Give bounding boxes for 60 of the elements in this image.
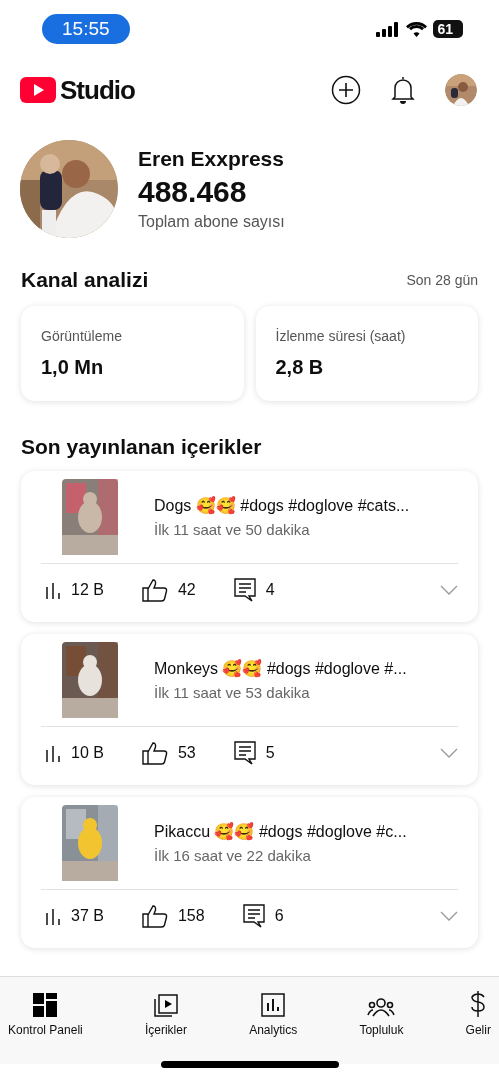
notification-bell-icon[interactable] bbox=[391, 75, 415, 105]
video-card[interactable]: Pikaccu 🥰🥰 #dogs #doglove #c... İlk 16 saat ve 22 dakika 37 B 158 6 bbox=[21, 797, 478, 948]
comment-count: 5 bbox=[265, 744, 275, 762]
view-count: 37 B bbox=[71, 907, 104, 925]
bar-chart-icon bbox=[45, 907, 61, 925]
add-icon[interactable] bbox=[331, 75, 361, 105]
bar-chart-icon bbox=[45, 744, 61, 762]
video-period: İlk 16 saat ve 22 dakika bbox=[154, 847, 312, 864]
chevron-down-icon[interactable] bbox=[440, 748, 458, 758]
metric-value: 1,0 Mn bbox=[41, 356, 105, 379]
metric-label: İzlenme süresi (saat) bbox=[275, 328, 407, 344]
wifi-icon bbox=[406, 21, 428, 37]
like-count: 42 bbox=[177, 581, 196, 599]
nav-tab[interactable]: İçerikler bbox=[140, 985, 191, 1037]
metric-card[interactable]: Görüntüleme 1,0 Mn bbox=[21, 306, 244, 401]
thumbs-up-icon bbox=[141, 741, 168, 765]
section-title: Son yayınlanan içerikler bbox=[20, 434, 263, 459]
metric-card[interactable]: İzlenme süresi (saat) 2,8 B bbox=[255, 306, 478, 401]
dollar-icon bbox=[470, 991, 487, 1017]
logo-text: Studio bbox=[60, 74, 135, 106]
video-period: İlk 11 saat ve 50 dakika bbox=[154, 521, 311, 538]
comment-icon bbox=[242, 904, 265, 928]
subscriber-label: Toplam abone sayısı bbox=[138, 213, 285, 231]
bar-chart-icon bbox=[45, 581, 61, 599]
video-title: Monkeys 🥰🥰 #dogs #doglove #... bbox=[154, 659, 407, 678]
nav-tab[interactable]: Kontrol Paneli bbox=[4, 985, 87, 1037]
thumbs-up-icon bbox=[141, 578, 168, 602]
nav-tab[interactable]: Topluluk bbox=[355, 985, 408, 1037]
battery-level: 61 bbox=[433, 20, 463, 38]
channel-name: Eren Exxpress bbox=[138, 147, 285, 171]
comment-icon bbox=[233, 578, 256, 602]
nav-tab[interactable]: Analytics bbox=[245, 985, 302, 1037]
video-title: Pikaccu 🥰🥰 #dogs #doglove #c... bbox=[154, 822, 407, 841]
view-count: 10 B bbox=[71, 744, 104, 762]
like-count: 158 bbox=[177, 907, 205, 925]
metric-label: Görüntüleme bbox=[41, 328, 123, 344]
analytics-icon bbox=[261, 993, 286, 1017]
signal-icon bbox=[376, 21, 401, 37]
thumbs-up-icon bbox=[141, 904, 168, 928]
comment-count: 6 bbox=[274, 907, 284, 925]
comment-icon bbox=[233, 741, 256, 765]
community-icon bbox=[367, 997, 396, 1017]
video-card[interactable]: Dogs 🥰🥰 #dogs #doglove #cats... İlk 11 saat ve 50 dakika 12 B 42 4 bbox=[21, 471, 478, 622]
metric-value: 2,8 B bbox=[275, 356, 325, 379]
chevron-down-icon[interactable] bbox=[440, 911, 458, 921]
video-title: Dogs 🥰🥰 #dogs #doglove #cats... bbox=[154, 496, 410, 515]
video-library-icon bbox=[153, 993, 178, 1017]
section-title: Kanal analizi bbox=[21, 268, 149, 292]
video-card[interactable]: Monkeys 🥰🥰 #dogs #doglove #... İlk 11 saat ve 53 dakika 10 B 53 5 bbox=[21, 634, 478, 785]
period-label[interactable]: Son 28 gün bbox=[406, 272, 478, 288]
view-count: 12 B bbox=[71, 581, 104, 599]
subscriber-count: 488.468 bbox=[138, 175, 248, 209]
dashboard-icon bbox=[33, 993, 58, 1017]
nav-tab[interactable]: Gelir bbox=[461, 985, 495, 1037]
play-logo-icon bbox=[20, 77, 56, 103]
video-period: İlk 11 saat ve 53 dakika bbox=[154, 684, 311, 701]
status-time: 15:55 bbox=[42, 14, 130, 44]
like-count: 53 bbox=[177, 744, 196, 762]
chevron-down-icon[interactable] bbox=[440, 585, 458, 595]
comment-count: 4 bbox=[265, 581, 275, 599]
